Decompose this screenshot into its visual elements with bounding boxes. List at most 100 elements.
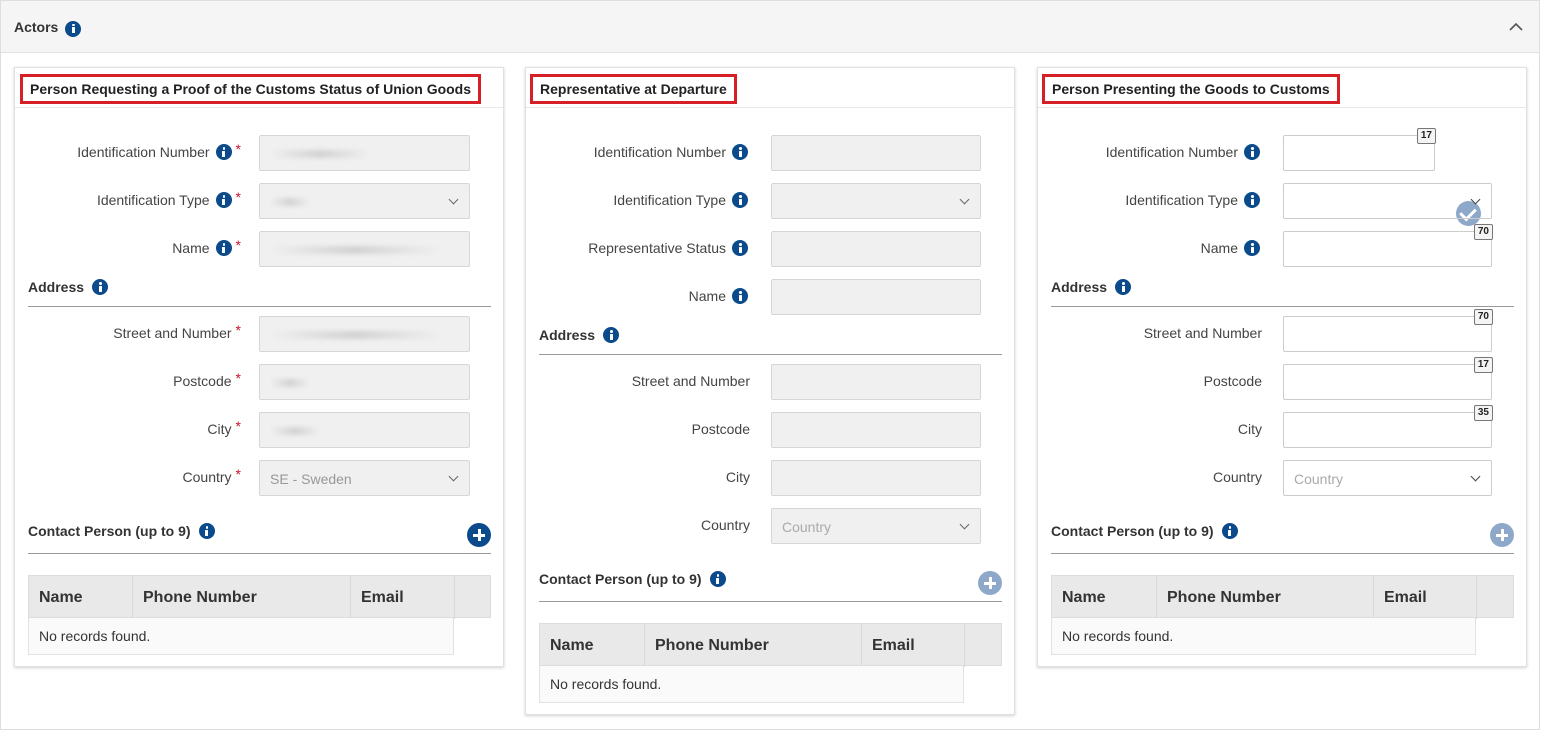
city-input[interactable]: 35 [1283, 405, 1493, 448]
street-field[interactable] [259, 316, 470, 352]
actors-section: Actors Person Requesting a Proof of the … [0, 0, 1540, 730]
panel-header: Person Presenting the Goods to Customs [1038, 68, 1526, 108]
panel-title: Representative at Departure [530, 74, 737, 104]
label-postcode: Postcode [1203, 373, 1262, 389]
info-icon[interactable] [1244, 240, 1260, 256]
info-icon[interactable] [198, 523, 215, 539]
identification-number-field[interactable] [259, 135, 470, 171]
info-icon[interactable] [1244, 144, 1260, 160]
identification-number-field[interactable] [771, 135, 981, 171]
contact-table: Name Phone Number Email No records found… [539, 623, 1002, 704]
name-field[interactable] [771, 279, 981, 315]
country-select[interactable]: Country [1283, 460, 1492, 496]
table-row: No records found. [28, 618, 454, 655]
chevron-down-icon [1470, 194, 1481, 205]
info-icon[interactable] [65, 20, 81, 37]
identification-number-input[interactable]: 17 [1283, 128, 1436, 171]
country-select[interactable]: Country [771, 508, 981, 544]
identification-type-select[interactable] [259, 183, 470, 219]
label-country: Country [700, 517, 750, 533]
label-identification-number: Identification Number [593, 144, 726, 160]
contact-subheader: Contact Person (up to 9) [28, 523, 491, 554]
table-row: No records found. [1051, 618, 1476, 655]
required-mark: * [235, 141, 241, 157]
column-email[interactable]: Email [351, 576, 455, 619]
required-mark: * [235, 466, 241, 482]
info-icon[interactable] [215, 144, 232, 160]
postcode-field[interactable] [259, 364, 470, 400]
address-title: Address [539, 327, 596, 343]
chevron-down-icon [959, 519, 970, 530]
char-counter: 17 [1473, 357, 1493, 373]
identification-type-select[interactable] [1283, 183, 1492, 219]
panel-header: Person Requesting a Proof of the Customs… [15, 68, 503, 108]
info-icon[interactable] [92, 279, 109, 295]
column-phone-number[interactable]: Phone Number [1157, 576, 1374, 619]
required-mark: * [235, 370, 241, 386]
add-contact-button[interactable] [467, 523, 491, 547]
label-country: Country [1212, 469, 1262, 485]
info-icon[interactable] [732, 288, 748, 304]
identification-type-select[interactable] [771, 183, 981, 219]
info-icon[interactable] [215, 240, 232, 256]
column-email[interactable]: Email [1374, 576, 1477, 619]
contact-table: Name Phone Number Email No records found… [28, 575, 491, 656]
street-input[interactable]: 70 [1283, 309, 1493, 352]
chevron-up-icon[interactable] [1507, 18, 1525, 36]
info-icon[interactable] [732, 192, 748, 208]
required-mark: * [235, 237, 241, 253]
required-mark: * [235, 322, 241, 338]
label-country: Country [182, 469, 232, 485]
address-subheader: Address [1051, 279, 1514, 307]
info-icon[interactable] [732, 240, 748, 256]
address-title: Address [1051, 279, 1108, 295]
representative-status-field[interactable] [771, 231, 981, 267]
info-icon[interactable] [732, 144, 748, 160]
column-name[interactable]: Name [1052, 576, 1157, 619]
postcode-field[interactable] [771, 412, 981, 448]
empty-message: No records found. [550, 676, 662, 692]
label-identification-type: Identification Type [613, 192, 726, 208]
info-icon[interactable] [709, 571, 726, 587]
name-field[interactable] [259, 231, 470, 267]
char-counter: 70 [1473, 309, 1493, 325]
panel-person-requesting: Person Requesting a Proof of the Customs… [14, 67, 504, 667]
info-icon[interactable] [215, 192, 232, 208]
table-header: Name Phone Number Email [539, 623, 1002, 667]
required-mark: * [235, 418, 241, 434]
city-field[interactable] [259, 412, 470, 448]
name-input[interactable]: 70 [1283, 224, 1493, 267]
empty-message: No records found. [39, 628, 151, 644]
chevron-down-icon [1470, 471, 1481, 482]
add-contact-button[interactable] [1490, 523, 1514, 547]
label-name: Name [688, 288, 726, 304]
contact-subheader: Contact Person (up to 9) [539, 571, 1002, 602]
column-email[interactable]: Email [862, 624, 965, 667]
label-representative-status: Representative Status [588, 240, 726, 256]
country-select[interactable]: SE - Sweden [259, 460, 470, 496]
info-icon[interactable] [1244, 192, 1260, 208]
label-name: Name [172, 240, 210, 256]
info-icon[interactable] [603, 327, 620, 343]
section-header[interactable]: Actors [1, 1, 1539, 53]
street-field[interactable] [771, 364, 981, 400]
postcode-input[interactable]: 17 [1283, 357, 1493, 400]
column-name[interactable]: Name [29, 576, 133, 619]
contact-title: Contact Person (up to 9) [1051, 523, 1214, 539]
address-subheader: Address [28, 279, 491, 307]
column-phone-number[interactable]: Phone Number [133, 576, 351, 619]
panel-title: Person Presenting the Goods to Customs [1042, 74, 1340, 104]
info-icon[interactable] [1221, 523, 1238, 539]
panel-title: Person Requesting a Proof of the Customs… [20, 74, 482, 104]
add-contact-button[interactable] [978, 571, 1002, 595]
label-name: Name [1200, 240, 1238, 256]
label-city: City [207, 421, 232, 437]
column-phone-number[interactable]: Phone Number [645, 624, 862, 667]
label-city: City [1237, 421, 1262, 437]
label-street-and-number: Street and Number [113, 325, 232, 341]
column-name[interactable]: Name [540, 624, 645, 667]
city-field[interactable] [771, 460, 981, 496]
contact-title: Contact Person (up to 9) [28, 523, 191, 539]
info-icon[interactable] [1115, 279, 1132, 295]
table-row: No records found. [539, 666, 964, 703]
